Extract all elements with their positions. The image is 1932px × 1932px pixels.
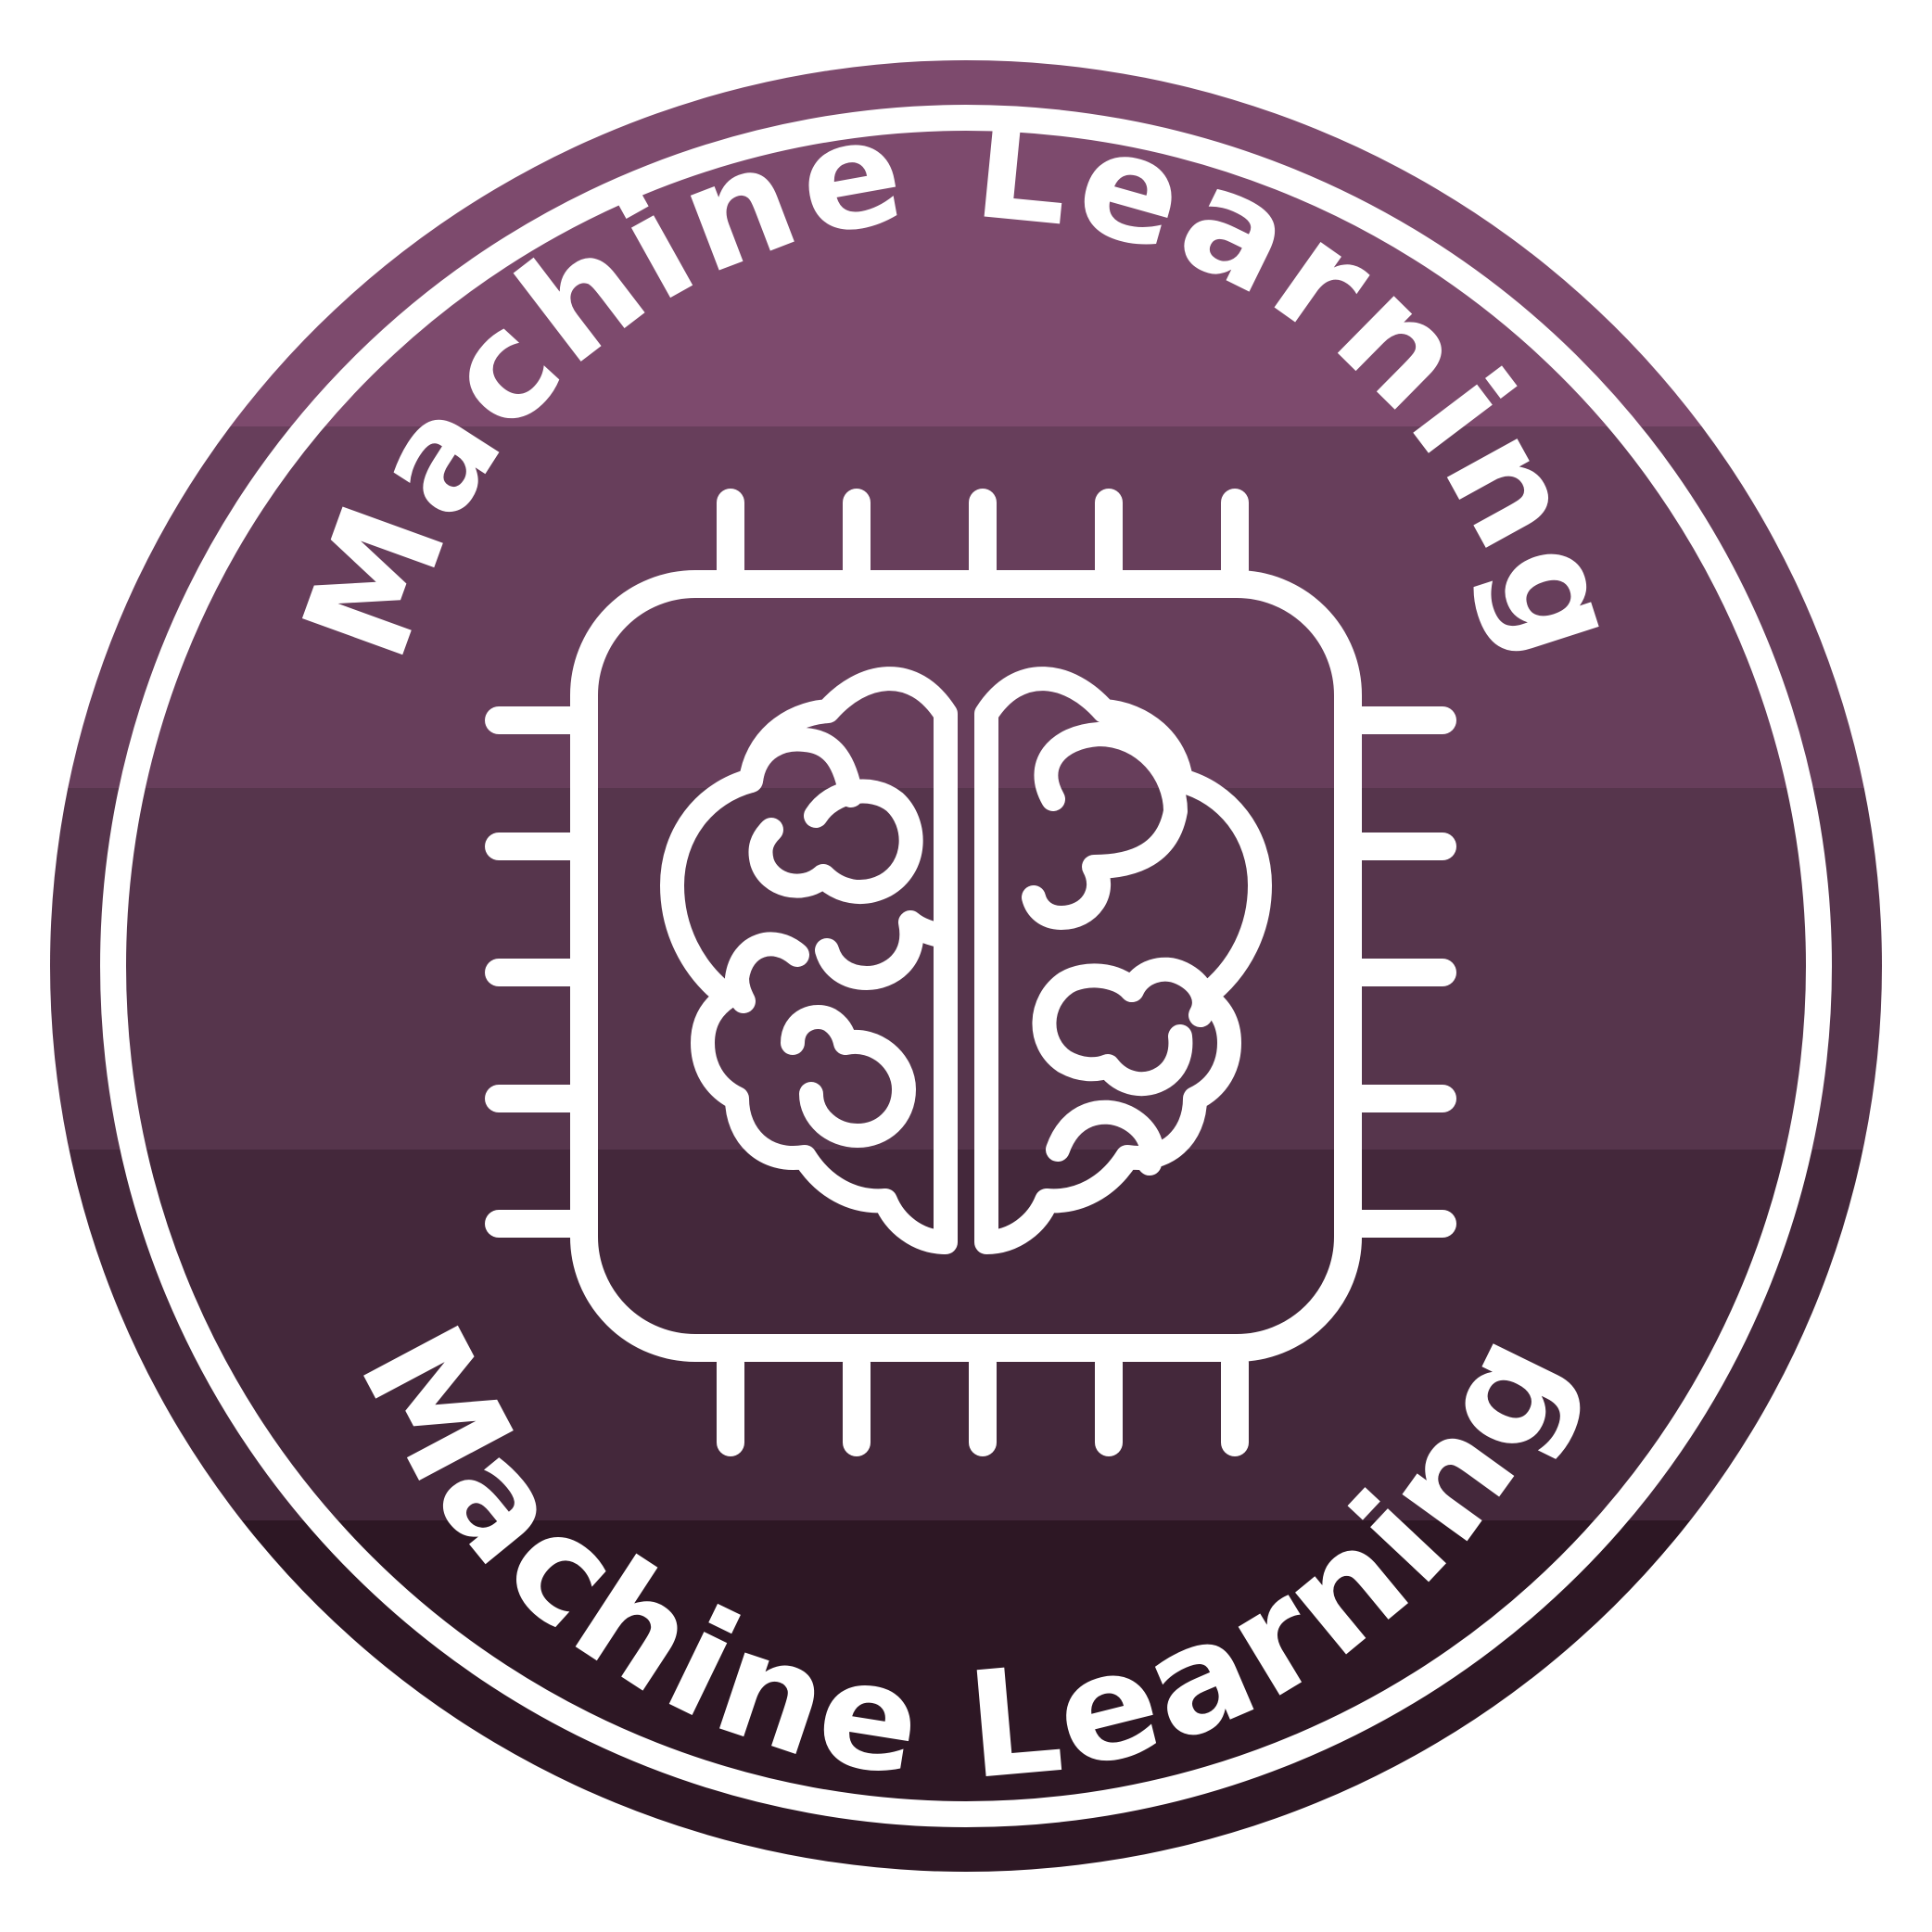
machine-learning-badge: Machine Learning Machine Learning	[50, 60, 1882, 1872]
band-3	[50, 788, 1882, 1150]
